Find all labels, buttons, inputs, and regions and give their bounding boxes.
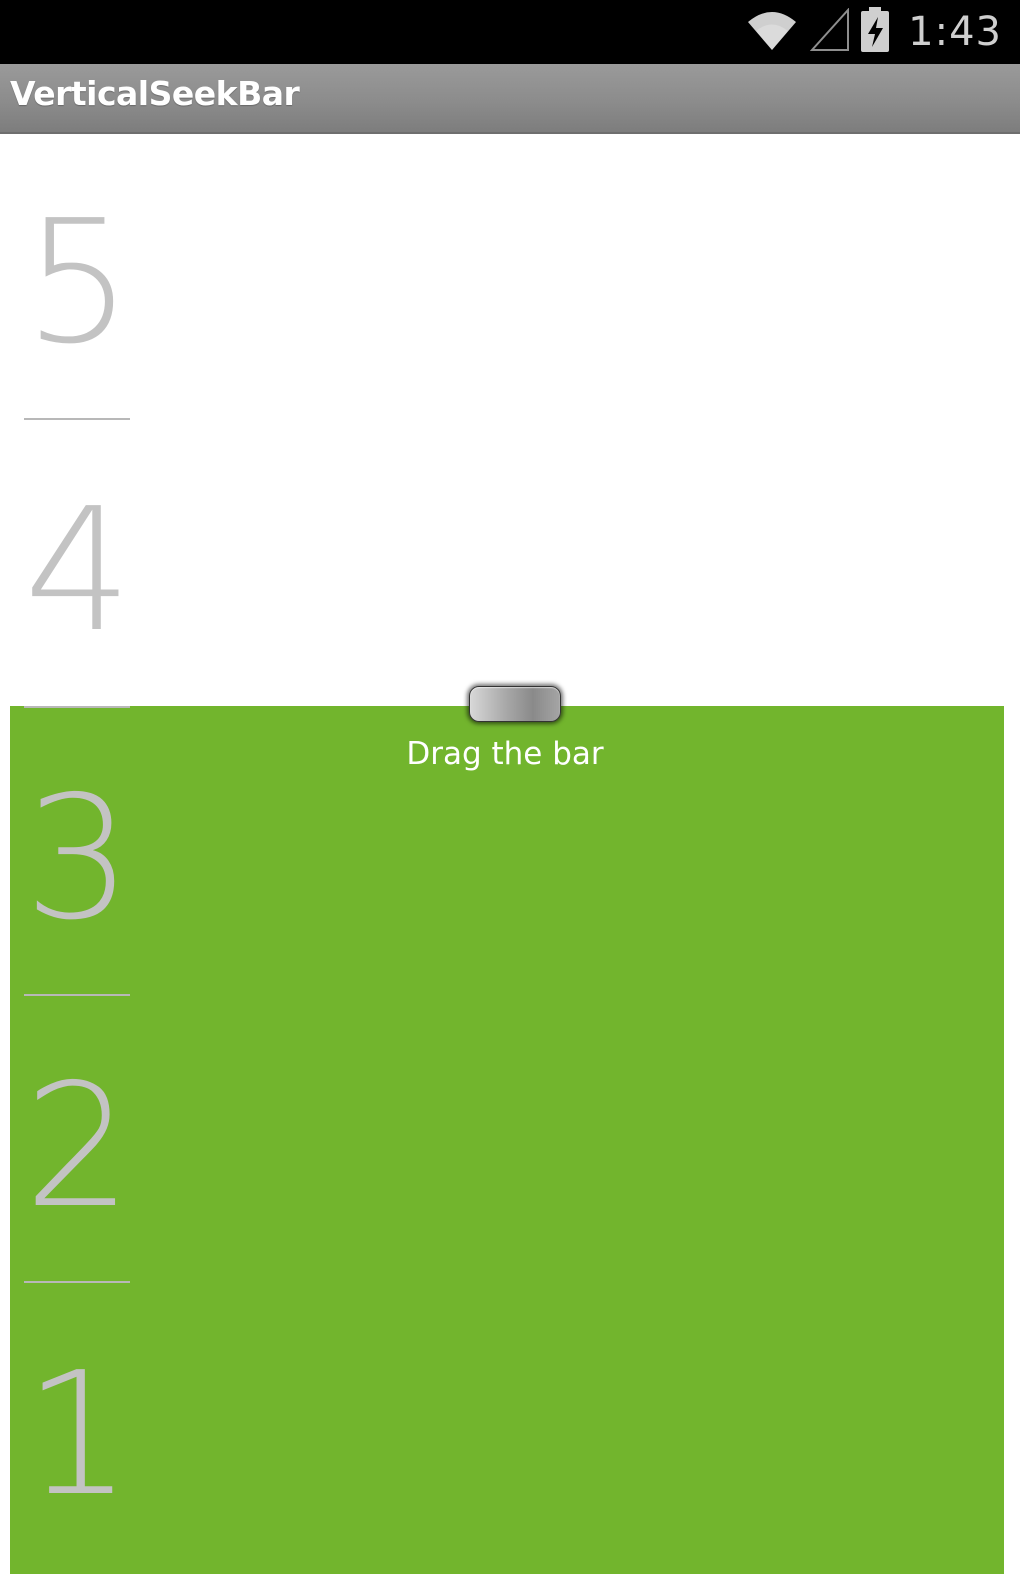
wifi-icon: [744, 8, 800, 56]
drag-hint-label: Drag the bar: [406, 736, 604, 772]
scale-label-3: 3: [23, 760, 133, 958]
scale-label-4: 4: [23, 472, 133, 670]
battery-charging-icon: [860, 7, 890, 57]
scale-divider: [24, 706, 130, 708]
scale-label-1: 1: [23, 1336, 133, 1534]
scale-divider: [24, 418, 130, 420]
scale-label-5: 5: [23, 184, 133, 382]
screen: 1:43 VerticalSeekBar 5 4 3 2 1 Drag the …: [0, 0, 1020, 1574]
scale-label-2: 2: [23, 1048, 133, 1246]
status-time: 1:43: [908, 9, 1002, 55]
scale-divider: [24, 1281, 130, 1283]
scale-divider: [24, 994, 130, 996]
signal-icon: [809, 7, 850, 56]
seekbar-thumb[interactable]: [469, 686, 561, 722]
seekbar-scale: 5 4 3 2 1: [0, 0, 200, 1574]
status-icons: 1:43: [744, 0, 1002, 64]
